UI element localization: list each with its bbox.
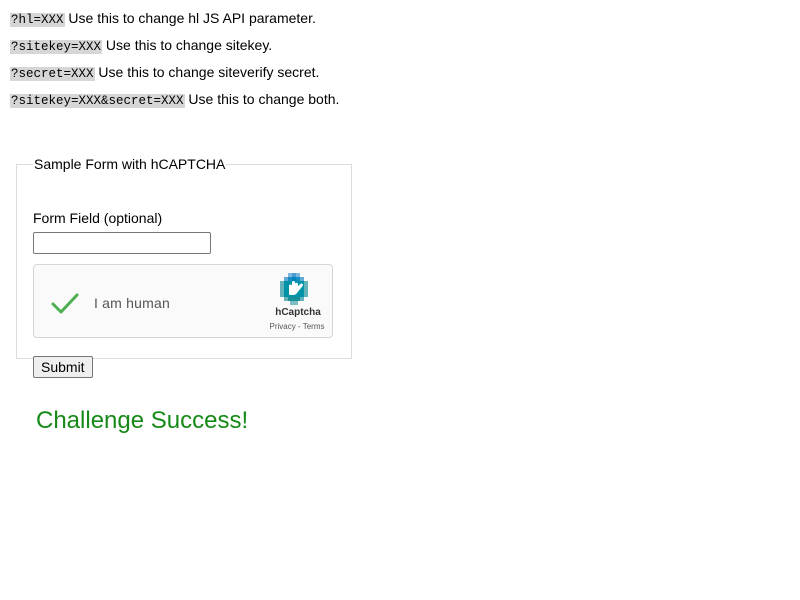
form-field-label: Form Field (optional) <box>33 210 163 226</box>
param-description: Use this to change siteverify secret. <box>94 64 320 80</box>
hcaptcha-terms-link[interactable]: Terms <box>303 322 325 331</box>
hcaptcha-status-text: I am human <box>94 295 170 311</box>
param-sitekey-line: ?sitekey=XXX Use this to change sitekey. <box>10 35 339 62</box>
hcaptcha-links: Privacy - Terms <box>262 322 332 331</box>
param-description: Use this to change hl JS API parameter. <box>64 10 316 26</box>
param-description: Use this to change sitekey. <box>102 37 273 53</box>
form-field-input[interactable] <box>33 232 211 254</box>
submit-button[interactable]: Submit <box>33 356 93 378</box>
hcaptcha-widget[interactable]: I am human hCaptcha Privacy - Terms <box>33 264 333 338</box>
hcaptcha-link-separator: - <box>295 322 303 331</box>
hcaptcha-logo-icon <box>280 273 308 305</box>
param-hl-line: ?hl=XXX Use this to change hl JS API par… <box>10 8 339 35</box>
hcaptcha-privacy-link[interactable]: Privacy <box>270 322 296 331</box>
url-parameter-help: ?hl=XXX Use this to change hl JS API par… <box>10 8 339 116</box>
form-legend: Sample Form with hCAPTCHA <box>34 156 226 172</box>
challenge-success-message: Challenge Success! <box>36 407 249 434</box>
hcaptcha-brand: hCaptcha <box>275 307 321 318</box>
param-secret-line: ?secret=XXX Use this to change siteverif… <box>10 62 339 89</box>
param-code: ?sitekey=XXX <box>10 40 103 54</box>
checkmark-icon[interactable] <box>49 291 81 317</box>
sample-form: Sample Form with hCAPTCHA Form Field (op… <box>16 156 352 378</box>
param-description: Use this to change both. <box>184 91 340 107</box>
param-code: ?secret=XXX <box>10 67 95 81</box>
param-both-line: ?sitekey=XXX&secret=XXX Use this to chan… <box>10 89 339 116</box>
param-code: ?hl=XXX <box>10 13 65 27</box>
param-code: ?sitekey=XXX&secret=XXX <box>10 94 185 108</box>
